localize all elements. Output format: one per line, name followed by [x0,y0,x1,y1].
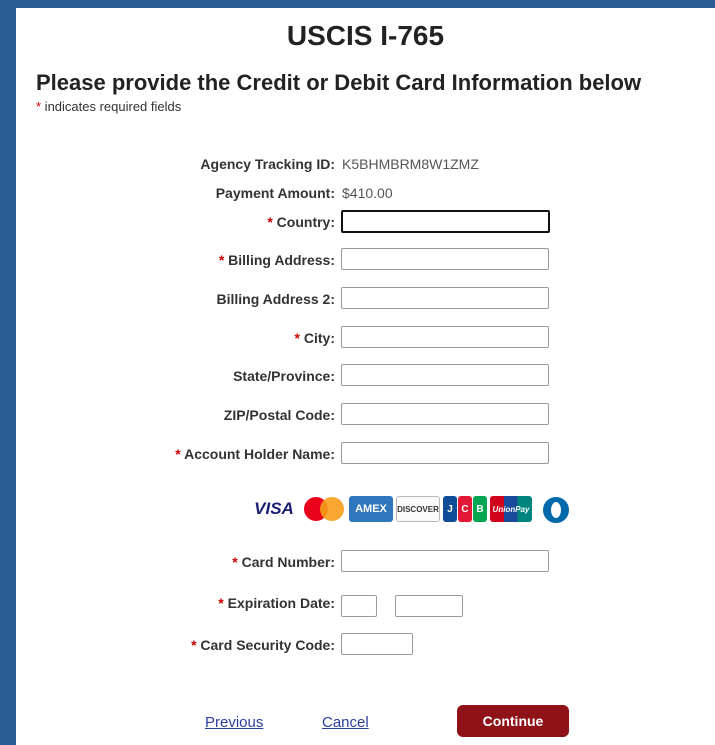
diners-logo [535,496,575,523]
amex-logo: AMEX [349,496,393,522]
jcb-logo: J C B [443,496,487,522]
holder-label: * Account Holder Name: [175,446,335,462]
expiration-month-input[interactable] [341,595,377,617]
amount-row: Payment Amount: $410.00 [16,181,715,205]
city-label: * City: [294,330,335,346]
billing-address-label: * Billing Address: [218,252,335,268]
billing-address-input[interactable] [341,248,549,270]
security-row: * Card Security Code: [16,633,715,657]
zip-row: ZIP/Postal Code: [16,403,715,427]
zip-input[interactable] [341,403,549,425]
expiration-label: * Expiration Date: [218,595,335,611]
city-input[interactable] [341,326,549,348]
state-input[interactable] [341,364,549,386]
required-note: * indicates required fields [36,99,181,114]
cancel-link[interactable]: Cancel [322,714,369,731]
card-number-label: * Card Number: [232,554,335,570]
required-note-text: indicates required fields [41,99,182,114]
holder-input[interactable] [341,442,549,464]
amount-value: $410.00 [342,185,393,201]
expiration-year-input[interactable] [395,595,463,617]
amount-label: Payment Amount: [215,185,335,201]
card-number-input[interactable] [341,550,549,572]
unionpay-logo: UnionPay [490,496,532,522]
security-code-input[interactable] [341,633,413,655]
holder-row: * Account Holder Name: [16,442,715,466]
tracking-value: K5BHMBRM8W1ZMZ [342,156,479,172]
tracking-label: Agency Tracking ID: [200,156,335,172]
zip-label: ZIP/Postal Code: [223,407,335,423]
card-number-row: * Card Number: [16,550,715,574]
accepted-cards: VISA AMEX DISCOVER J C B UnionPay [249,496,575,524]
billing-address-2-input[interactable] [341,287,549,309]
mastercard-logo [302,496,346,522]
city-row: * City: [16,326,715,350]
country-label: * Country: [267,214,335,230]
state-label: State/Province: [233,368,335,384]
expiration-row: * Expiration Date: [16,595,715,619]
form-subtitle: Please provide the Credit or Debit Card … [36,70,642,95]
billing-address-row: * Billing Address: [16,248,715,272]
billing-address-2-row: Billing Address 2: [16,287,715,311]
visa-logo: VISA [254,499,294,518]
country-input[interactable] [341,210,550,233]
billing-address-2-label: Billing Address 2: [216,291,335,307]
tracking-row: Agency Tracking ID: K5BHMBRM8W1ZMZ [16,152,715,176]
country-row: * Country: [16,210,715,234]
continue-button[interactable]: Continue [457,705,569,737]
page-title: USCIS I-765 [286,20,445,51]
payment-form-panel: USCIS I-765 Please provide the Credit or… [16,8,715,745]
state-row: State/Province: [16,364,715,388]
discover-logo: DISCOVER [396,496,440,522]
security-label: * Card Security Code: [191,637,335,653]
previous-link[interactable]: Previous [205,714,263,731]
